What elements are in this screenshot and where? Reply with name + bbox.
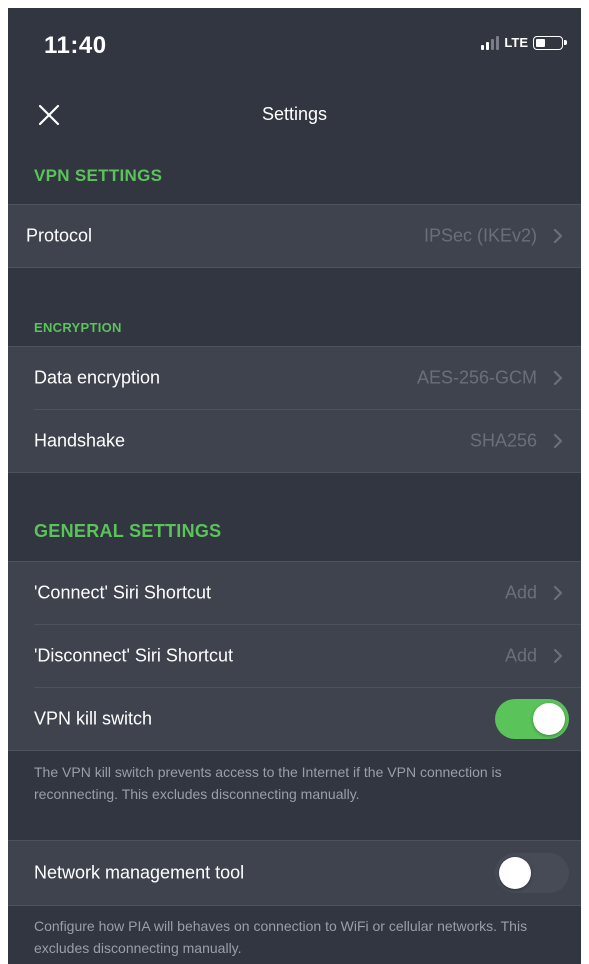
toggle-knob: [533, 702, 565, 735]
handshake-label: Handshake: [34, 430, 126, 450]
chevron-right-icon: [553, 370, 563, 386]
status-bar: 11:40 LTE: [8, 8, 581, 80]
cellular-signal-icon: [481, 35, 500, 50]
kill-switch-description: The VPN kill switch prevents access to t…: [34, 764, 502, 802]
chevron-right-icon: [553, 228, 563, 244]
handshake-row[interactable]: Handshake SHA256: [8, 409, 581, 472]
connect-shortcut-value: Add: [504, 582, 537, 603]
protocol-label: Protocol: [26, 225, 93, 246]
toggle-knob: [499, 857, 531, 889]
status-indicators: LTE: [481, 35, 567, 50]
network-type: LTE: [504, 35, 528, 50]
disconnect-shortcut-label: 'Disconnect' Siri Shortcut: [34, 645, 233, 665]
connect-shortcut-label: 'Connect' Siri Shortcut: [34, 582, 211, 603]
network-tool-label: Network management tool: [34, 862, 245, 883]
kill-switch-label: VPN kill switch: [34, 708, 153, 728]
handshake-value: SHA256: [469, 430, 537, 450]
page-title: Settings: [261, 104, 328, 124]
protocol-row[interactable]: Protocol IPSec (IKEv2): [8, 205, 581, 267]
vpn-settings-header: VPN SETTINGS: [34, 166, 163, 185]
network-tool-toggle[interactable]: [495, 853, 569, 893]
battery-icon: [533, 35, 567, 50]
data-encryption-row[interactable]: Data encryption AES-256-GCM: [8, 347, 581, 409]
settings-screen: 11:40 LTE Settings VPN SETTINGS Protocol…: [8, 8, 581, 964]
status-time: 11:40: [44, 32, 107, 59]
chevron-right-icon: [553, 648, 563, 663]
protocol-value: IPSec (IKEv2): [423, 225, 537, 246]
data-encryption-value: AES-256-GCM: [416, 367, 537, 388]
disconnect-shortcut-value: Add: [504, 645, 537, 665]
nav-bar: Settings: [8, 80, 581, 150]
connect-siri-shortcut-row[interactable]: 'Connect' Siri Shortcut Add: [8, 562, 581, 624]
kill-switch-row: VPN kill switch: [8, 687, 581, 750]
network-management-row: Network management tool: [8, 841, 581, 905]
kill-switch-toggle[interactable]: [495, 698, 569, 739]
encryption-header: ENCRYPTION: [34, 320, 122, 335]
data-encryption-label: Data encryption: [34, 367, 161, 388]
chevron-right-icon: [553, 585, 563, 601]
chevron-right-icon: [553, 433, 563, 448]
disconnect-siri-shortcut-row[interactable]: 'Disconnect' Siri Shortcut Add: [8, 624, 581, 687]
network-tool-description: Configure how PIA will behaves on connec…: [34, 918, 528, 956]
general-settings-header: GENERAL SETTINGS: [34, 521, 222, 541]
